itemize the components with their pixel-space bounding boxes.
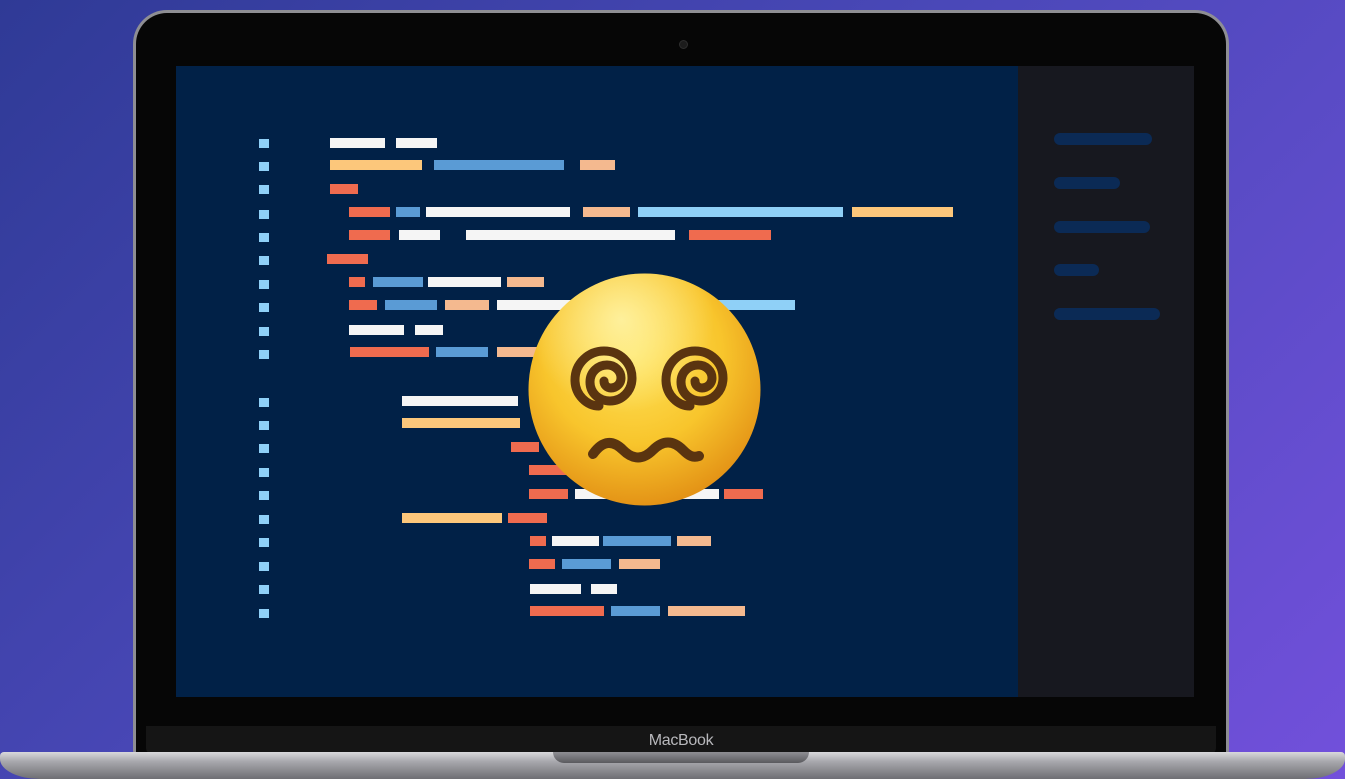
brand-label: MacBook bbox=[648, 732, 714, 749]
code-token-bar bbox=[350, 347, 429, 357]
code-token-bar bbox=[434, 160, 564, 170]
minimap-side-panel bbox=[1018, 66, 1194, 697]
code-token-bar bbox=[562, 559, 611, 569]
camera-icon bbox=[679, 40, 688, 49]
code-token-bar bbox=[591, 584, 617, 594]
code-token-bar bbox=[580, 160, 615, 170]
code-token-bar bbox=[373, 277, 423, 287]
line-marker bbox=[259, 303, 269, 312]
code-token-bar bbox=[583, 207, 630, 217]
minimap-bar bbox=[1054, 221, 1150, 233]
code-token-bar bbox=[436, 347, 488, 357]
line-marker bbox=[259, 491, 269, 500]
line-marker bbox=[259, 609, 269, 618]
code-token-bar bbox=[402, 396, 518, 406]
code-token-bar bbox=[552, 536, 599, 546]
code-token-bar bbox=[349, 230, 390, 240]
line-marker bbox=[259, 444, 269, 453]
laptop-opening-notch bbox=[553, 752, 809, 763]
code-token-bar bbox=[603, 536, 671, 546]
code-token-bar bbox=[330, 160, 422, 170]
code-token-bar bbox=[349, 277, 365, 287]
line-marker bbox=[259, 350, 269, 359]
dizzy-face-emoji-icon bbox=[528, 273, 761, 506]
code-token-bar bbox=[415, 325, 443, 335]
code-token-bar bbox=[349, 207, 390, 217]
minimap-bar bbox=[1054, 308, 1160, 320]
minimap-bar bbox=[1054, 177, 1120, 189]
code-token-bar bbox=[530, 584, 581, 594]
line-marker bbox=[259, 210, 269, 219]
code-token-bar bbox=[396, 207, 420, 217]
code-token-bar bbox=[530, 536, 546, 546]
line-marker bbox=[259, 398, 269, 407]
code-token-bar bbox=[638, 207, 843, 217]
code-token-bar bbox=[677, 536, 711, 546]
minimap-bar bbox=[1054, 133, 1152, 145]
line-marker bbox=[259, 585, 269, 594]
line-marker bbox=[259, 233, 269, 242]
code-token-bar bbox=[330, 184, 358, 194]
code-token-bar bbox=[399, 230, 440, 240]
code-token-bar bbox=[619, 559, 660, 569]
line-marker bbox=[259, 538, 269, 547]
line-marker bbox=[259, 468, 269, 477]
code-token-bar bbox=[385, 300, 437, 310]
code-token-bar bbox=[426, 207, 570, 217]
line-marker bbox=[259, 515, 269, 524]
code-token-bar bbox=[689, 230, 771, 240]
code-token-bar bbox=[852, 207, 953, 217]
code-token-bar bbox=[668, 606, 745, 616]
code-token-bar bbox=[396, 138, 437, 148]
code-token-bar bbox=[349, 325, 404, 335]
line-marker bbox=[259, 185, 269, 194]
code-token-bar bbox=[402, 513, 502, 523]
line-marker bbox=[259, 280, 269, 289]
code-token-bar bbox=[508, 513, 547, 523]
code-token-bar bbox=[428, 277, 501, 287]
code-token-bar bbox=[330, 138, 385, 148]
code-token-bar bbox=[530, 606, 604, 616]
line-marker bbox=[259, 162, 269, 171]
code-token-bar bbox=[529, 559, 555, 569]
line-marker bbox=[259, 256, 269, 265]
code-token-bar bbox=[445, 300, 489, 310]
minimap-bar bbox=[1054, 264, 1099, 276]
line-marker bbox=[259, 139, 269, 148]
code-token-bar bbox=[402, 418, 520, 428]
code-token-bar bbox=[466, 230, 675, 240]
line-marker bbox=[259, 562, 269, 571]
line-marker bbox=[259, 327, 269, 336]
code-token-bar bbox=[349, 300, 377, 310]
code-token-bar bbox=[611, 606, 660, 616]
code-token-bar bbox=[327, 254, 368, 264]
line-marker bbox=[259, 421, 269, 430]
laptop-chin: MacBook bbox=[146, 726, 1216, 754]
